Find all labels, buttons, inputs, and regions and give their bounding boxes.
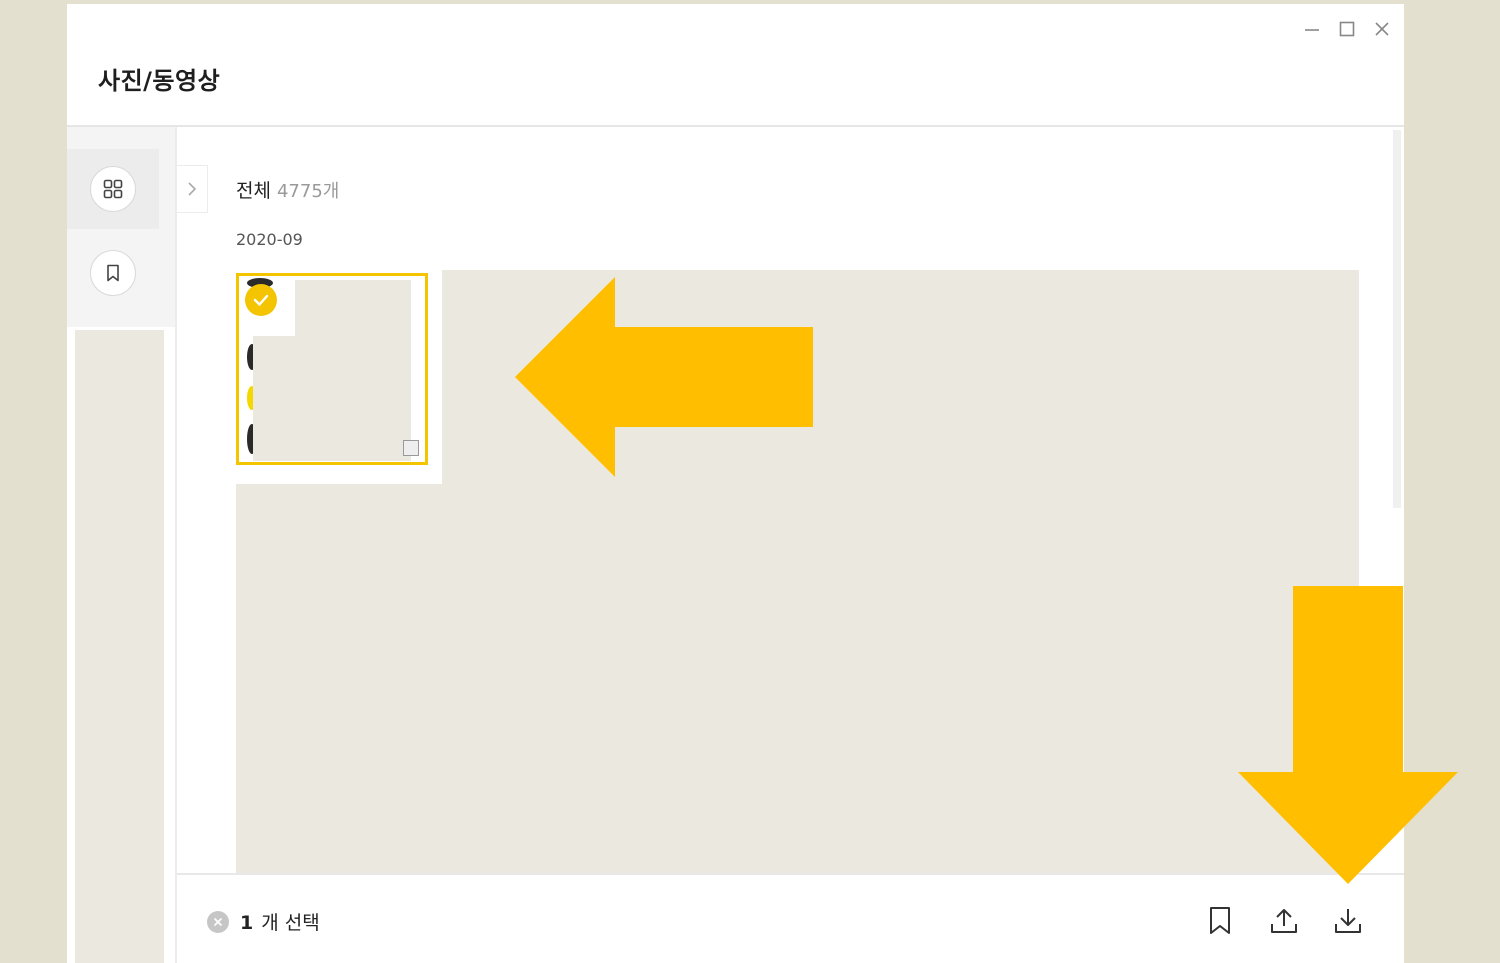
media-content: 전체 4775개 2020-09 xyxy=(177,127,1404,873)
photo-video-window: 사진/동영상 전체 4775개 2020-09 1 개 선택 xyxy=(67,4,1404,963)
vertical-scrollbar[interactable] xyxy=(1393,130,1401,508)
grid-icon xyxy=(103,179,123,199)
title-bar: 사진/동영상 xyxy=(67,4,1404,127)
selected-count-label: 개 선택 xyxy=(261,912,320,934)
sidebar-item-bookmarks[interactable] xyxy=(67,233,159,313)
selection-count: 1 개 선택 xyxy=(240,908,320,935)
window-title: 사진/동영상 xyxy=(98,67,221,95)
thumbnail-corner-icon xyxy=(403,440,419,456)
media-heading: 전체 4775개 xyxy=(236,176,339,203)
selection-bar: 1 개 선택 xyxy=(177,873,1404,963)
thumbnail-redacted-area xyxy=(253,336,411,461)
minimize-icon xyxy=(1305,29,1319,31)
down-arrow-annotation xyxy=(1238,586,1458,884)
heading-label: 전체 xyxy=(236,180,271,202)
bookmark-icon xyxy=(107,264,119,282)
sidebar xyxy=(67,127,177,963)
left-arrow-annotation xyxy=(515,277,813,477)
media-thumbnail-selected[interactable] xyxy=(236,273,428,465)
selected-check-icon xyxy=(245,284,277,316)
download-button[interactable] xyxy=(1330,903,1366,939)
close-button[interactable] xyxy=(1371,18,1393,40)
selected-count-number: 1 xyxy=(240,912,254,934)
sidebar-item-all[interactable] xyxy=(67,149,159,229)
close-icon xyxy=(1375,22,1389,36)
thumbnail-redacted-area xyxy=(295,280,411,340)
maximize-button[interactable] xyxy=(1336,18,1358,40)
minimize-button[interactable] xyxy=(1301,18,1323,40)
sidebar-redacted-area xyxy=(75,330,164,963)
clear-selection-button[interactable] xyxy=(207,911,229,933)
sidebar-button-bookmark[interactable] xyxy=(90,250,136,296)
media-count: 4775개 xyxy=(276,181,340,202)
maximize-icon xyxy=(1339,21,1355,37)
share-button[interactable] xyxy=(1266,903,1302,939)
bookmark-icon xyxy=(1210,907,1230,934)
sidebar-button-grid[interactable] xyxy=(90,166,136,212)
download-icon xyxy=(1335,909,1361,933)
bookmark-button[interactable] xyxy=(1202,903,1238,939)
close-icon xyxy=(213,917,223,927)
date-group-label: 2020-09 xyxy=(236,230,303,249)
share-icon xyxy=(1271,909,1297,933)
